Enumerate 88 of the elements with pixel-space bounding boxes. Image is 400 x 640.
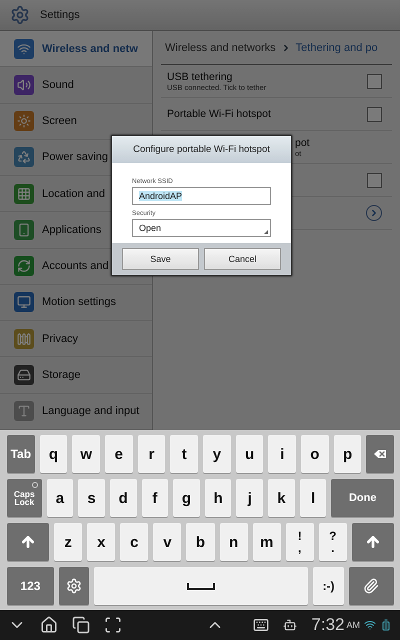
keyboard-key[interactable]: r	[138, 435, 166, 473]
home-icon[interactable]	[40, 616, 58, 634]
sidebar-item-label: Privacy	[42, 332, 78, 345]
sidebar-item-label: Applications	[42, 224, 102, 236]
phone-icon	[14, 220, 34, 240]
screenshot-icon[interactable]	[104, 616, 122, 634]
keyboard-key[interactable]: y	[203, 435, 231, 473]
keyboard-key[interactable]: ! ,	[286, 523, 314, 561]
sidebar-item[interactable]: Sound	[0, 67, 152, 104]
wifi-icon	[14, 38, 34, 59]
clock-time: 7:32	[311, 615, 344, 635]
done-key[interactable]: Done	[331, 479, 394, 517]
battery-icon	[380, 619, 392, 631]
keyboard-key[interactable]: e	[105, 435, 133, 473]
sidebar-item-label: Storage	[42, 369, 81, 382]
keyboard-icon	[253, 617, 270, 633]
sidebar-item-label: Location and	[42, 188, 105, 200]
save-button[interactable]: Save	[122, 248, 199, 270]
row-title: USB tethering	[167, 70, 234, 82]
shift-key[interactable]	[7, 523, 50, 561]
row-title: pot	[295, 136, 310, 148]
keyboard-key[interactable]: p	[334, 435, 362, 473]
keyboard-key[interactable]: h	[204, 479, 232, 517]
sidebar-item-label: Language and input	[42, 405, 140, 418]
keyboard-key[interactable]: q	[40, 435, 68, 473]
keyboard-key[interactable]: n	[220, 523, 248, 561]
breadcrumb-item[interactable]: Wireless and networks	[165, 42, 276, 54]
row-title: Portable Wi-Fi hotspot	[167, 108, 271, 120]
tab-key[interactable]: Tab	[7, 435, 35, 473]
keyboard-key[interactable]: ? .	[318, 523, 347, 561]
recent-apps-icon[interactable]	[72, 616, 90, 634]
settings-icon	[66, 578, 82, 594]
keyboard-key[interactable]: u	[236, 435, 264, 473]
numbers-key[interactable]: 123	[7, 567, 54, 605]
shift-key[interactable]	[352, 523, 394, 561]
keyboard-key[interactable]: :-)	[313, 567, 344, 605]
keyboard-key[interactable]: d	[110, 479, 137, 517]
keyboard-key[interactable]: m	[252, 523, 281, 561]
ssid-field[interactable]: AndroidAP	[132, 187, 271, 205]
dialog-title: Configure portable Wi-Fi hotspot	[112, 136, 291, 163]
keyboard-key[interactable]: x	[87, 523, 116, 561]
caps-lock-key[interactable]: Caps Lock	[7, 479, 42, 517]
keyboard-key[interactable]: l	[300, 479, 326, 517]
keyboard-key[interactable]: s	[78, 479, 105, 517]
keyboard-key[interactable]: k	[268, 479, 295, 517]
window-title: Settings	[40, 9, 80, 21]
speaker-icon	[14, 74, 34, 95]
checkbox[interactable]	[367, 74, 382, 88]
paperclip-icon	[363, 578, 380, 594]
settings-icon	[10, 5, 30, 25]
sidebar-item[interactable]: Storage	[0, 357, 152, 394]
sidebar-item-label: Motion settings	[42, 296, 116, 308]
keyboard-key[interactable]: o	[301, 435, 329, 473]
sidebar-item[interactable]: Privacy	[0, 321, 152, 358]
fence-icon	[14, 328, 34, 349]
keyboard-key[interactable]: j	[236, 479, 264, 517]
sidebar-item[interactable]: Motion settings	[0, 284, 152, 322]
clock-meridiem: AM	[346, 620, 360, 630]
sync-icon	[14, 256, 34, 276]
keyboard-key[interactable]: a	[46, 479, 74, 517]
monitor-icon	[14, 292, 34, 312]
sidebar-item-label: Sound	[42, 78, 74, 91]
keyboard-key[interactable]: f	[142, 479, 168, 517]
sidebar-item-label: Wireless and netw	[42, 42, 138, 55]
checkbox[interactable]	[367, 106, 382, 122]
sidebar-item-label: Accounts and	[42, 260, 109, 272]
cancel-button[interactable]: Cancel	[204, 248, 281, 270]
clipboard-key[interactable]	[348, 567, 394, 605]
grid-icon	[14, 184, 34, 204]
sidebar-item-label: Screen	[42, 115, 77, 128]
sun-icon	[14, 111, 34, 132]
checkbox[interactable]	[367, 172, 382, 188]
recycle-icon	[14, 147, 34, 168]
keyboard-key[interactable]: v	[153, 523, 182, 561]
keyboard-key[interactable]: g	[173, 479, 200, 517]
settings-row[interactable]: Portable Wi-Fi hotspot	[161, 98, 392, 131]
settings-key[interactable]	[58, 567, 90, 605]
keyboard-key[interactable]: i	[268, 435, 296, 473]
backspace-key[interactable]	[366, 435, 394, 473]
sidebar-item-label: Power saving	[42, 151, 108, 164]
keyboard-key[interactable]: w	[72, 435, 100, 473]
keyboard-key[interactable]: t	[170, 435, 198, 473]
letter-icon	[14, 401, 34, 422]
keyboard-key[interactable]: z	[54, 523, 82, 561]
keyboard-key[interactable]: b	[186, 523, 215, 561]
security-dropdown[interactable]: Open	[132, 219, 271, 237]
chevron-icon[interactable]	[366, 205, 382, 221]
keyboard-key[interactable]: c	[120, 523, 148, 561]
